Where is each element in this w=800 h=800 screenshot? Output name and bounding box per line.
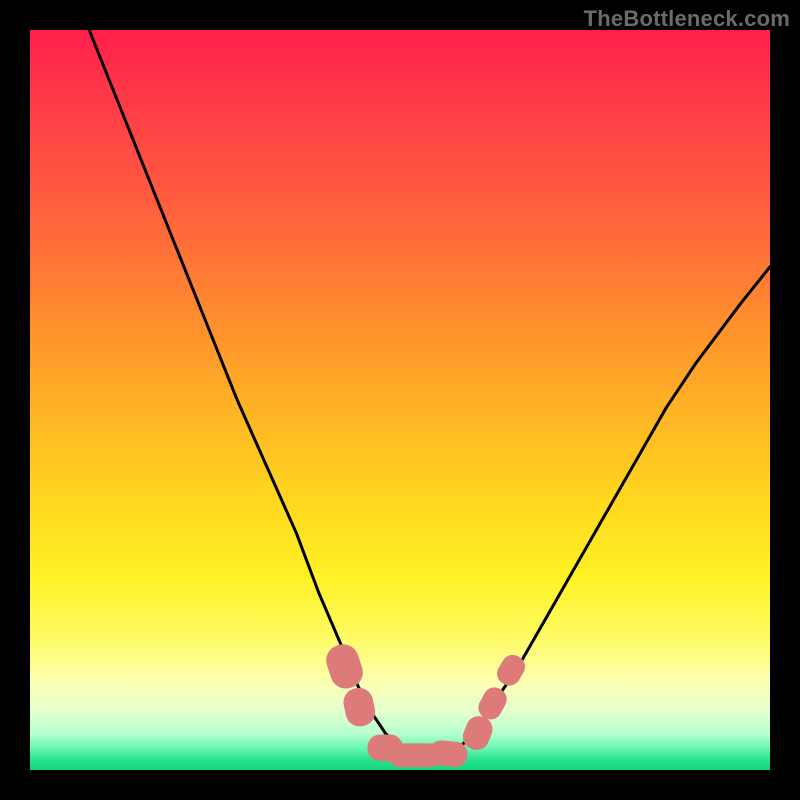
chart-background-gradient <box>30 30 770 770</box>
chart-frame <box>30 30 770 770</box>
watermark-text: TheBottleneck.com <box>584 6 790 32</box>
